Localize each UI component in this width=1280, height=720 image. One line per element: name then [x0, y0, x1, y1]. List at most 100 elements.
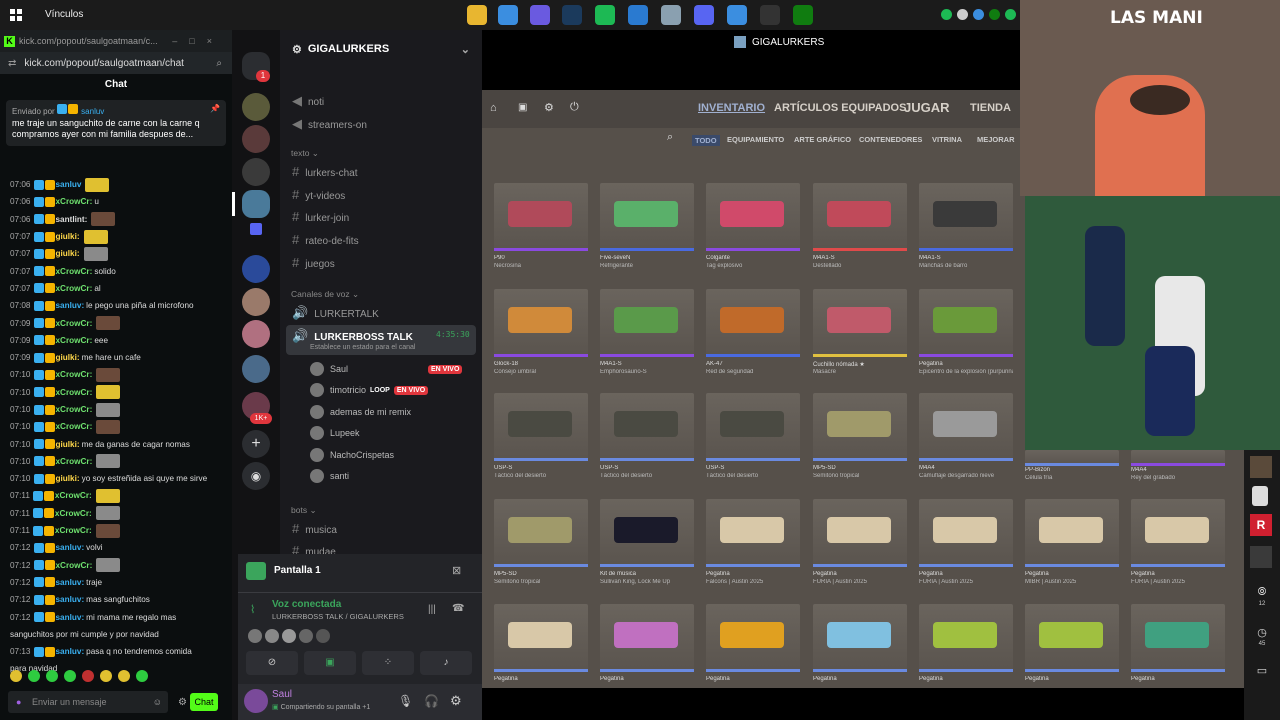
emote-picker-icon[interactable]: ☺ [153, 691, 162, 713]
filter-arte[interactable]: ARTE GRÁFICO [794, 135, 851, 144]
inventory-item[interactable] [494, 183, 588, 251]
chat-message[interactable]: 07:06 santlint: [0, 211, 232, 228]
server-icon-4[interactable] [242, 255, 270, 283]
message-user[interactable]: xCrowCr: [56, 267, 93, 276]
r-icon[interactable]: R [1250, 514, 1272, 536]
message-user[interactable]: sanluv: [56, 647, 85, 656]
inventory-item[interactable] [600, 289, 694, 357]
server-icon-7[interactable] [242, 355, 270, 383]
channel-lurkers-chat[interactable]: # lurkers-chat [292, 164, 357, 179]
message-user[interactable]: xCrowCr: [56, 336, 93, 345]
inventory-item[interactable] [706, 289, 800, 357]
message-user[interactable]: xCrowCr: [56, 561, 93, 570]
gear-icon[interactable]: ⚙ [544, 101, 554, 114]
inventory-item[interactable] [813, 604, 907, 672]
chat-message[interactable]: 07:10 giulki: yo soy estreñida asi quye me… [0, 470, 232, 487]
filter-todo[interactable]: TODO [692, 135, 720, 146]
message-user[interactable]: xCrowCr: [55, 509, 92, 518]
inventory-item[interactable] [600, 604, 694, 672]
chat-message[interactable]: 07:10 xCrowCr: [0, 401, 232, 418]
server-icon-3[interactable] [242, 158, 270, 186]
channel-noti[interactable]: ◀ noti [292, 93, 324, 109]
inventory-item[interactable] [494, 289, 588, 357]
inventory-item[interactable] [1025, 604, 1119, 672]
user-settings-icon[interactable]: ⚙ [450, 693, 462, 709]
message-user[interactable]: xCrowCr: [56, 405, 93, 414]
chat-message[interactable]: 07:10 xCrowCr: [0, 418, 232, 435]
server-icon-5[interactable] [242, 288, 270, 316]
side-thumbnail[interactable] [1250, 456, 1272, 478]
message-user[interactable]: giulki: [56, 474, 80, 483]
activities-button[interactable]: ⁘ [362, 651, 414, 675]
chrome-tray-icon[interactable] [973, 9, 984, 20]
server-icon-gigalurkers[interactable] [242, 190, 270, 218]
voice-user-nacho[interactable]: NachoCrispetas [310, 448, 394, 462]
message-icon[interactable]: ▭ [1252, 664, 1272, 677]
chat-message[interactable]: 07:06 sanluv [0, 176, 232, 193]
inventory-item[interactable] [813, 499, 907, 567]
message-user[interactable]: xCrowCr: [56, 388, 93, 397]
server-header[interactable]: ⚙ GIGALURKERS ⌄ [280, 30, 482, 68]
inventory-item[interactable] [1131, 499, 1225, 567]
filter-vitrina[interactable]: VITRINA [932, 135, 962, 144]
chat-message[interactable]: 07:07 giulki: [0, 228, 232, 245]
inventory-item[interactable] [706, 393, 800, 461]
chat-message[interactable]: 07:12 sanluv: volvi [0, 539, 232, 556]
camera-off-button[interactable]: ⊘ [246, 651, 298, 675]
close-preview-icon[interactable]: ⊠ [452, 564, 461, 577]
inventory-item[interactable] [1131, 450, 1225, 466]
side-icon[interactable] [1252, 486, 1268, 506]
chat-message[interactable]: 07:10 xCrowCr: [0, 453, 232, 470]
soundboard-button[interactable]: ♪ [420, 651, 472, 675]
xbox-tray-icon[interactable] [989, 9, 1000, 20]
message-user[interactable]: xCrowCr: [55, 526, 92, 535]
nav-equipados[interactable]: ARTÍCULOS EQUIPADOS [774, 102, 906, 114]
voice-path[interactable]: LURKERBOSS TALK / GIGALURKERS [272, 612, 404, 621]
message-user[interactable]: sanluv: [56, 301, 85, 310]
window-controls[interactable]: –□× [172, 36, 224, 46]
microphone-icon[interactable]: 🎙 [398, 694, 413, 708]
category-voz[interactable]: Canales de voz ⌄ [291, 289, 359, 300]
server-icon-1[interactable] [242, 93, 270, 121]
nav-inventario[interactable]: INVENTARIO [698, 102, 765, 114]
home-icon[interactable]: ⌂ [490, 102, 497, 114]
chat-message[interactable]: 07:09 xCrowCr: eee [0, 332, 232, 349]
voice-channel-lurkerboss[interactable]: 🔊 LURKERBOSS TALK [292, 328, 413, 344]
inventory-item[interactable] [919, 499, 1013, 567]
voice-user-lupeek[interactable]: Lupeek [310, 426, 360, 440]
channel-lurker-join[interactable]: # lurker-join [292, 209, 349, 224]
inventory-item[interactable] [1025, 499, 1119, 567]
search-icon[interactable]: ⌕ [667, 131, 673, 144]
voice-user-saul[interactable]: Saul EN VIVO [310, 362, 463, 376]
store-icon[interactable] [628, 5, 648, 25]
inventory-item[interactable] [919, 393, 1013, 461]
chat-message[interactable]: 07:06 xCrowCr: u [0, 193, 232, 210]
message-user[interactable]: santlint: [56, 215, 88, 224]
filter-contenedores[interactable]: CONTENEDORES [859, 135, 922, 144]
voice-connected-label[interactable]: Voz conectada [272, 599, 341, 610]
obs-icon[interactable] [760, 5, 780, 25]
message-user[interactable]: xCrowCr: [56, 422, 93, 431]
channel-yt-videos[interactable]: # yt-videos [292, 187, 345, 202]
message-user[interactable]: giulki: [56, 249, 80, 258]
screen-share-button[interactable]: ▣ [304, 651, 356, 675]
filter-equipamiento[interactable]: EQUIPAMIENTO [727, 135, 784, 144]
voice-user-santi[interactable]: santi [310, 469, 349, 483]
disconnect-icon[interactable]: ☎ [452, 603, 464, 614]
kick-url-bar[interactable]: ⇄ kick.com/popout/saulgoatmaan/chat ⌕ [0, 52, 232, 74]
folder-icon[interactable] [467, 5, 487, 25]
chat-message[interactable]: 07:11 xCrowCr: [0, 522, 232, 539]
message-user[interactable]: giulki: [56, 232, 80, 241]
chat-message[interactable]: 07:09 giulki: me hare un cafe [0, 349, 232, 366]
message-user[interactable]: xCrowCr: [55, 491, 92, 500]
inventory-item[interactable] [919, 289, 1013, 357]
windows-start-icon[interactable] [10, 9, 22, 21]
chat-message[interactable]: 07:11 xCrowCr: [0, 505, 232, 522]
category-bots[interactable]: bots ⌄ [291, 505, 317, 516]
channel-musica[interactable]: # musica [292, 521, 337, 536]
chat-input[interactable]: ● Enviar un mensaje ☺ [8, 691, 168, 713]
chat-message[interactable]: 07:07 xCrowCr: al [0, 280, 232, 297]
tray-icon-2[interactable] [1005, 9, 1016, 20]
chat-message[interactable]: 07:12 sanluv: traje [0, 574, 232, 591]
message-user[interactable]: sanluv: [56, 578, 85, 587]
